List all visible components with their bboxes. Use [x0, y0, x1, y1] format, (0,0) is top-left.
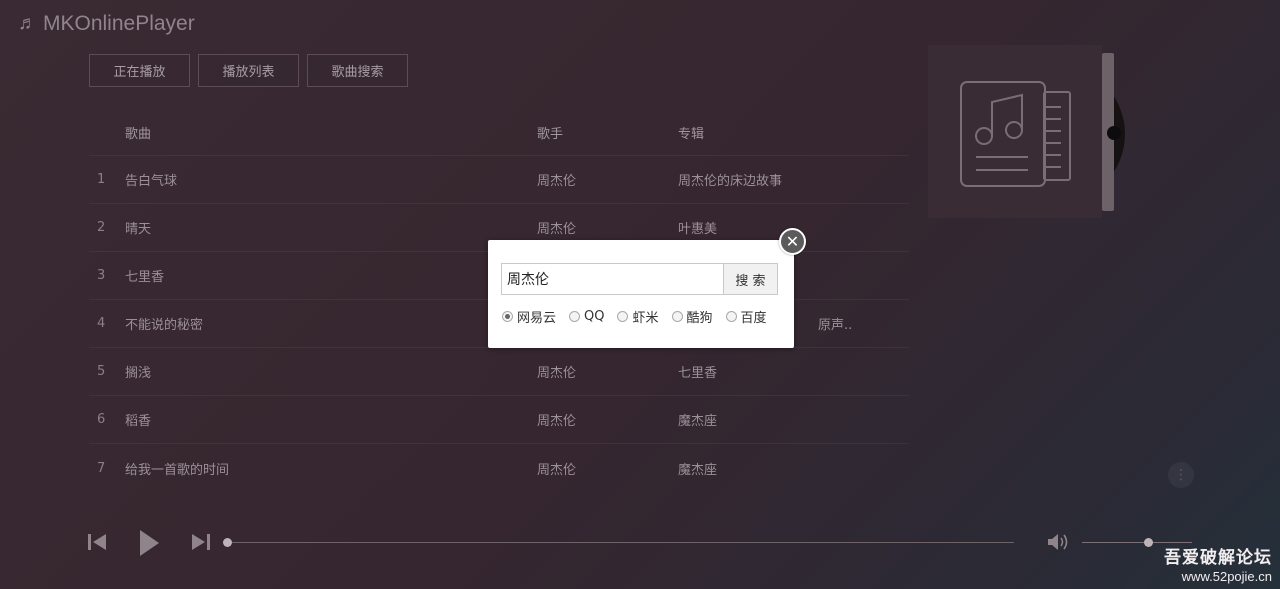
source-option-kugou[interactable]: 酷狗 — [671, 307, 713, 326]
source-label: 百度 — [740, 311, 767, 326]
search-button[interactable]: 搜 索 — [723, 263, 778, 295]
watermark-title: 吾爱破解论坛 — [1164, 548, 1272, 568]
tab-song-search[interactable]: 歌曲搜索 — [307, 54, 408, 87]
song-album[interactable]: 七里香 — [678, 362, 909, 381]
song-number: 2 — [97, 220, 106, 235]
tab-bar: 正在播放 播放列表 歌曲搜索 — [89, 54, 408, 87]
song-number: 1 — [97, 172, 106, 187]
app-title-text: MKOnlinePlayer — [43, 12, 195, 35]
app-title: ♬ MKOnlinePlayer — [18, 12, 195, 36]
source-option-qq[interactable]: QQ — [569, 307, 604, 326]
song-title: 告白气球 — [125, 174, 178, 189]
volume-button[interactable] — [1046, 532, 1072, 552]
list-item[interactable]: 6 稻香 周杰伦 魔杰座 — [89, 396, 909, 444]
source-label: 酷狗 — [686, 311, 713, 326]
disc-center — [1107, 126, 1121, 140]
header-album: 专辑 — [678, 127, 705, 142]
next-icon — [192, 534, 210, 550]
album-cover — [928, 45, 1102, 218]
song-number: 3 — [97, 268, 106, 283]
progress-handle[interactable] — [223, 538, 232, 547]
radio-kugou[interactable] — [671, 311, 683, 322]
previous-button[interactable] — [86, 531, 108, 553]
list-item[interactable]: 7 给我一首歌的时间 周杰伦 魔杰座 — [89, 444, 909, 492]
tab-now-playing[interactable]: 正在播放 — [89, 54, 190, 87]
source-radio-group: 网易云 QQ 虾米 酷狗 百度 — [502, 307, 780, 326]
radio-baidu[interactable] — [725, 311, 737, 322]
song-number: 4 — [97, 316, 106, 331]
song-number: 5 — [97, 364, 106, 379]
song-artist[interactable]: 周杰伦 — [537, 410, 678, 429]
source-option-xiami[interactable]: 虾米 — [617, 307, 659, 326]
close-icon: ✕ — [785, 232, 800, 251]
song-title: 不能说的秘密 — [125, 318, 204, 333]
watermark: 吾爱破解论坛 www.52pojie.cn — [1164, 543, 1272, 584]
song-title: 给我一首歌的时间 — [125, 462, 230, 478]
list-item[interactable]: 5 搁浅 周杰伦 七里香 — [89, 348, 909, 396]
song-title: 稻香 — [125, 414, 152, 429]
next-button[interactable] — [190, 531, 212, 553]
play-button[interactable] — [136, 528, 162, 558]
list-header: 歌曲 歌手 专辑 — [89, 110, 909, 156]
more-options-button[interactable]: ⋮ — [1168, 462, 1194, 488]
source-label: 网易云 — [517, 311, 557, 326]
play-icon — [140, 530, 159, 556]
previous-icon — [88, 534, 106, 550]
progress-track[interactable] — [228, 542, 1014, 543]
music-note-icon: ♬ — [18, 13, 37, 34]
source-label: QQ — [584, 309, 605, 324]
song-title: 搁浅 — [125, 366, 152, 381]
radio-qq[interactable] — [569, 311, 581, 322]
song-artist[interactable]: 周杰伦 — [537, 362, 678, 381]
header-song: 歌曲 — [125, 127, 152, 142]
list-item[interactable]: 1 告白气球 周杰伦 周杰伦的床边故事 — [89, 156, 909, 204]
song-album[interactable]: 魔杰座 — [678, 459, 909, 478]
song-number: 6 — [97, 412, 106, 427]
search-input[interactable] — [501, 263, 724, 295]
search-dialog: 搜 索 网易云 QQ 虾米 酷狗 百度 — [488, 240, 794, 348]
volume-icon — [1048, 534, 1068, 550]
song-title: 七里香 — [125, 270, 165, 285]
source-option-netease[interactable]: 网易云 — [502, 307, 556, 326]
header-artist: 歌手 — [537, 127, 564, 142]
song-artist[interactable]: 周杰伦 — [537, 218, 678, 237]
source-option-baidu[interactable]: 百度 — [725, 307, 767, 326]
song-title: 晴天 — [125, 222, 152, 237]
song-number: 7 — [97, 460, 106, 476]
music-document-icon — [960, 81, 1071, 187]
source-label: 虾米 — [632, 311, 659, 326]
volume-handle[interactable] — [1144, 538, 1153, 547]
radio-xiami[interactable] — [617, 311, 629, 322]
watermark-url: www.52pojie.cn — [1181, 569, 1272, 584]
radio-netease[interactable] — [502, 311, 513, 322]
song-artist[interactable]: 周杰伦 — [537, 459, 678, 478]
close-dialog-button[interactable]: ✕ — [779, 228, 806, 255]
tab-playlist[interactable]: 播放列表 — [198, 54, 299, 87]
song-artist[interactable]: 周杰伦 — [537, 170, 678, 189]
song-album[interactable]: 魔杰座 — [678, 410, 909, 429]
song-album[interactable]: 周杰伦的床边故事 — [678, 170, 909, 189]
